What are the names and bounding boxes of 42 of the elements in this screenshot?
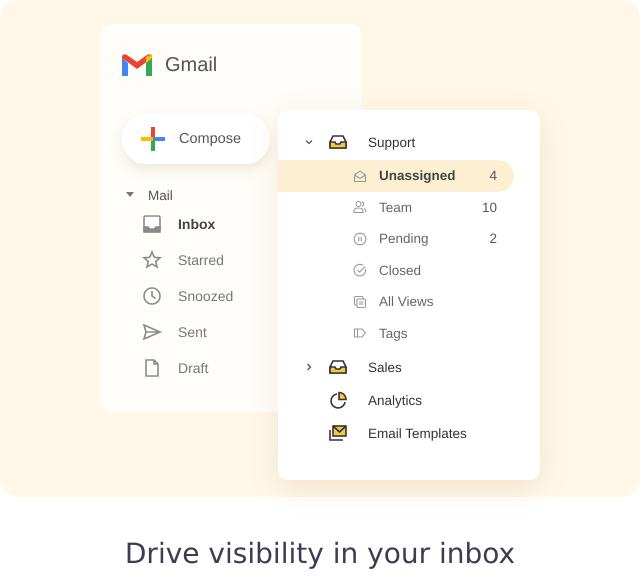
check-icon	[353, 263, 367, 278]
view-item[interactable]: Closed	[278, 254, 514, 286]
view-item[interactable]: Tags	[278, 318, 514, 349]
gmail-logo-icon	[122, 54, 152, 76]
app-title: Gmail	[165, 54, 218, 76]
mail-folder-item[interactable]: Draft	[122, 350, 252, 386]
caret-icon[interactable]	[126, 192, 134, 198]
people-icon	[353, 200, 367, 214]
item-count: 2	[489, 231, 497, 246]
chevron-icon[interactable]	[304, 362, 314, 372]
view-item[interactable]: Unassigned 4	[278, 160, 514, 192]
view-item[interactable]: All Views	[278, 286, 514, 318]
caption: Drive visibility in your inbox	[124, 537, 516, 570]
panel-item[interactable]: Support	[278, 127, 540, 157]
mail-folder-item[interactable]: Sent	[122, 314, 252, 350]
pause-icon	[353, 232, 367, 246]
item-count: 10	[482, 200, 497, 215]
plus-icon	[141, 127, 165, 151]
inbox-icon	[142, 214, 162, 234]
tray-icon	[328, 358, 348, 376]
send-icon	[142, 322, 162, 342]
tray-icon	[328, 133, 348, 151]
compose-button[interactable]: Compose	[122, 114, 270, 164]
tag-icon	[353, 326, 367, 340]
envelope-stack-icon	[328, 424, 348, 442]
views-icon	[353, 294, 367, 309]
clock-icon	[142, 286, 162, 306]
panel-item[interactable]: Email Templates	[278, 418, 540, 448]
star-icon	[142, 250, 162, 270]
panel-item[interactable]: Sales	[278, 352, 540, 382]
chevron-icon[interactable]	[304, 137, 314, 147]
mail-folder-item[interactable]: Snoozed	[122, 278, 252, 314]
section-label: Mail	[148, 188, 173, 202]
envelope-icon	[353, 168, 367, 183]
view-item[interactable]: Pending 2	[278, 223, 514, 254]
draft-icon	[142, 358, 162, 378]
item-count: 4	[489, 168, 497, 184]
panel-item[interactable]: Analytics	[278, 385, 540, 415]
mail-folder-item[interactable]: Inbox	[122, 206, 252, 242]
view-item[interactable]: Team 10	[278, 192, 514, 223]
pie-chart-icon	[328, 391, 348, 409]
mail-folder-item[interactable]: Starred	[122, 242, 252, 278]
